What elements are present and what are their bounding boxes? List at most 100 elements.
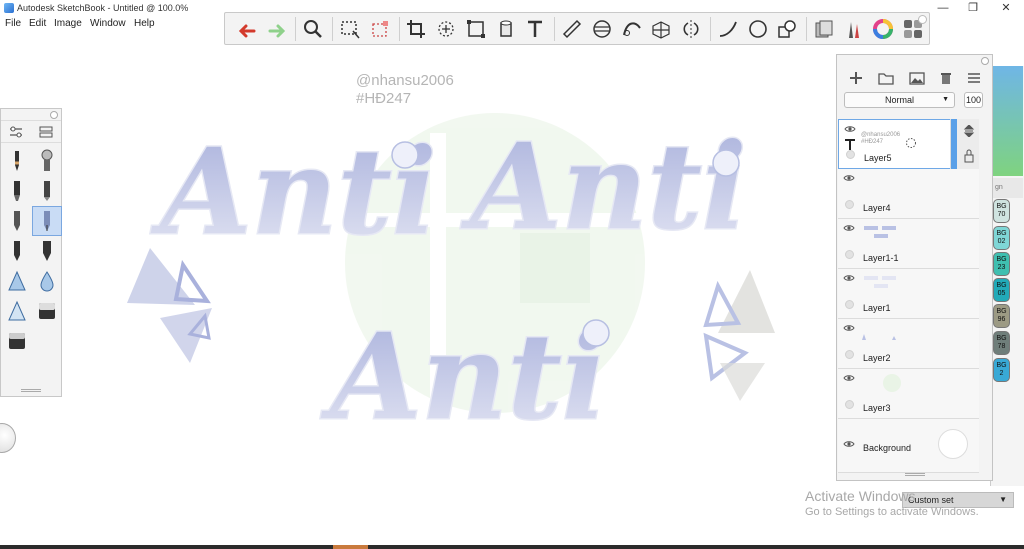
main-toolbar <box>224 12 930 45</box>
watermark-line-2: #HĐ247 <box>356 90 411 107</box>
visibility-eye-icon[interactable] <box>843 324 855 332</box>
ruler-icon[interactable] <box>558 15 586 43</box>
visibility-eye-icon[interactable] <box>843 374 855 382</box>
visibility-eye-icon[interactable] <box>843 274 855 282</box>
copic-swatch[interactable]: BG 78 <box>993 331 1010 355</box>
minimize-button[interactable]: — <box>928 1 958 15</box>
color-gradient[interactable] <box>993 66 1023 176</box>
delete-layer-icon[interactable] <box>940 71 952 85</box>
opacity-field[interactable]: 100 <box>964 92 983 108</box>
marker-brush-icon[interactable] <box>2 176 32 206</box>
layer-select-radio[interactable] <box>845 400 854 409</box>
layer-select-radio[interactable] <box>845 350 854 359</box>
copic-swatch[interactable]: BG 96 <box>993 304 1010 328</box>
window-title: Autodesk SketchBook - Untitled @ 100.0% <box>17 3 189 13</box>
text-icon[interactable] <box>522 15 550 43</box>
layer-thumb-text: #HĐ247 <box>861 139 884 145</box>
layer-select-radio[interactable] <box>845 250 854 259</box>
crop-icon[interactable] <box>403 15 431 43</box>
copic-swatch[interactable]: BG 02 <box>993 226 1010 250</box>
layer-thumbnail <box>862 334 896 340</box>
menu-file[interactable]: File <box>5 18 21 29</box>
select-icon[interactable] <box>336 15 364 43</box>
panel-close-icon[interactable] <box>981 57 989 65</box>
zoom-icon[interactable] <box>299 15 327 43</box>
layer-name: Layer2 <box>863 353 891 363</box>
airbrush-icon[interactable] <box>32 146 62 176</box>
layer-row[interactable]: Layer3 <box>838 369 979 419</box>
blend-mode-value: Normal <box>884 95 914 105</box>
menu-image[interactable]: Image <box>54 18 82 29</box>
blend-mode-select[interactable]: Normal ▼ <box>844 92 955 108</box>
fill-icon[interactable] <box>492 15 520 43</box>
panel-close-icon[interactable] <box>50 111 58 119</box>
lasso-icon[interactable] <box>432 15 460 43</box>
lock-icon[interactable] <box>963 149 975 163</box>
copic-swatch[interactable]: BG 70 <box>993 199 1010 223</box>
symmetry-icon[interactable] <box>677 15 705 43</box>
layer-row[interactable]: Background <box>838 419 979 473</box>
copic-library-icon[interactable] <box>810 15 838 43</box>
stroke-icon[interactable] <box>714 15 742 43</box>
copic-swatch[interactable]: BG 2 <box>993 358 1010 382</box>
toolbar-close-icon[interactable] <box>918 15 927 24</box>
panel-grip[interactable] <box>21 389 41 392</box>
ellipse-icon[interactable] <box>744 15 772 43</box>
layer-row[interactable]: Layer4 <box>838 169 979 219</box>
visibility-eye-icon[interactable] <box>844 125 856 133</box>
panel-grip[interactable] <box>905 473 925 476</box>
hard-eraser-icon[interactable] <box>2 326 32 356</box>
color-wheel-icon[interactable] <box>870 15 898 43</box>
selected-indicator <box>951 119 957 169</box>
perspective-icon[interactable] <box>647 15 675 43</box>
water-drop-icon[interactable] <box>32 266 62 296</box>
pencil-brush-icon[interactable] <box>2 146 32 176</box>
ballpoint-pen-icon[interactable] <box>2 206 32 236</box>
triangle-brush-icon[interactable] <box>2 266 32 296</box>
add-group-icon[interactable] <box>877 71 894 85</box>
felt-pen-icon[interactable] <box>32 176 62 206</box>
eraser-icon[interactable] <box>32 296 62 326</box>
triangles-right <box>703 270 775 401</box>
background-color-swatch[interactable] <box>938 429 968 459</box>
visibility-eye-icon[interactable] <box>843 224 855 232</box>
layer-row[interactable]: Layer1 <box>838 269 979 319</box>
redo-icon[interactable] <box>263 15 291 43</box>
inking-pen-icon[interactable] <box>32 206 62 236</box>
layer-name: Layer5 <box>864 153 892 163</box>
transform-select-icon[interactable] <box>366 15 394 43</box>
maximize-button[interactable]: ❐ <box>958 1 988 15</box>
triangle-brush-2-icon[interactable] <box>2 296 32 326</box>
fine-pen-icon[interactable] <box>2 236 32 266</box>
ellipse-guide-icon[interactable] <box>588 15 616 43</box>
layer-select-radio[interactable] <box>846 150 855 159</box>
layer-select-radio[interactable] <box>845 200 854 209</box>
layer-name: Layer1 <box>863 303 891 313</box>
layer-row[interactable]: Layer2 <box>838 319 979 369</box>
reorder-arrows-icon[interactable] <box>963 125 975 137</box>
add-layer-icon[interactable] <box>849 71 863 85</box>
add-image-icon[interactable] <box>908 71 925 85</box>
copic-swatch[interactable]: BG 23 <box>993 252 1010 276</box>
calligraphy-pen-icon[interactable] <box>32 236 62 266</box>
menu-edit[interactable]: Edit <box>29 18 46 29</box>
curve-guide-icon[interactable] <box>618 15 646 43</box>
layer-select-radio[interactable] <box>845 300 854 309</box>
layer-menu-icon[interactable] <box>967 71 981 85</box>
artwork-text-1: Anti <box>150 122 437 261</box>
brush-library-small-icon[interactable] <box>39 126 53 138</box>
close-button[interactable]: ✕ <box>991 1 1021 15</box>
brush-properties-icon[interactable] <box>9 126 23 138</box>
copic-swatch[interactable]: BG 05 <box>993 278 1010 302</box>
shape-icon[interactable] <box>773 15 801 43</box>
visibility-eye-icon[interactable] <box>843 440 855 448</box>
brush-library-icon[interactable] <box>840 15 868 43</box>
undo-icon[interactable] <box>233 15 261 43</box>
copic-color-strip: gn BG 70 BG 02 BG 23 BG 05 BG 96 BG 78 BG 2 <box>990 66 1024 486</box>
menu-help[interactable]: Help <box>134 18 155 29</box>
distort-icon[interactable] <box>462 15 490 43</box>
layer-name: Layer1-1 <box>863 253 899 263</box>
menu-window[interactable]: Window <box>90 18 126 29</box>
visibility-eye-icon[interactable] <box>843 174 855 182</box>
layer-row[interactable]: Layer1-1 <box>838 219 979 269</box>
